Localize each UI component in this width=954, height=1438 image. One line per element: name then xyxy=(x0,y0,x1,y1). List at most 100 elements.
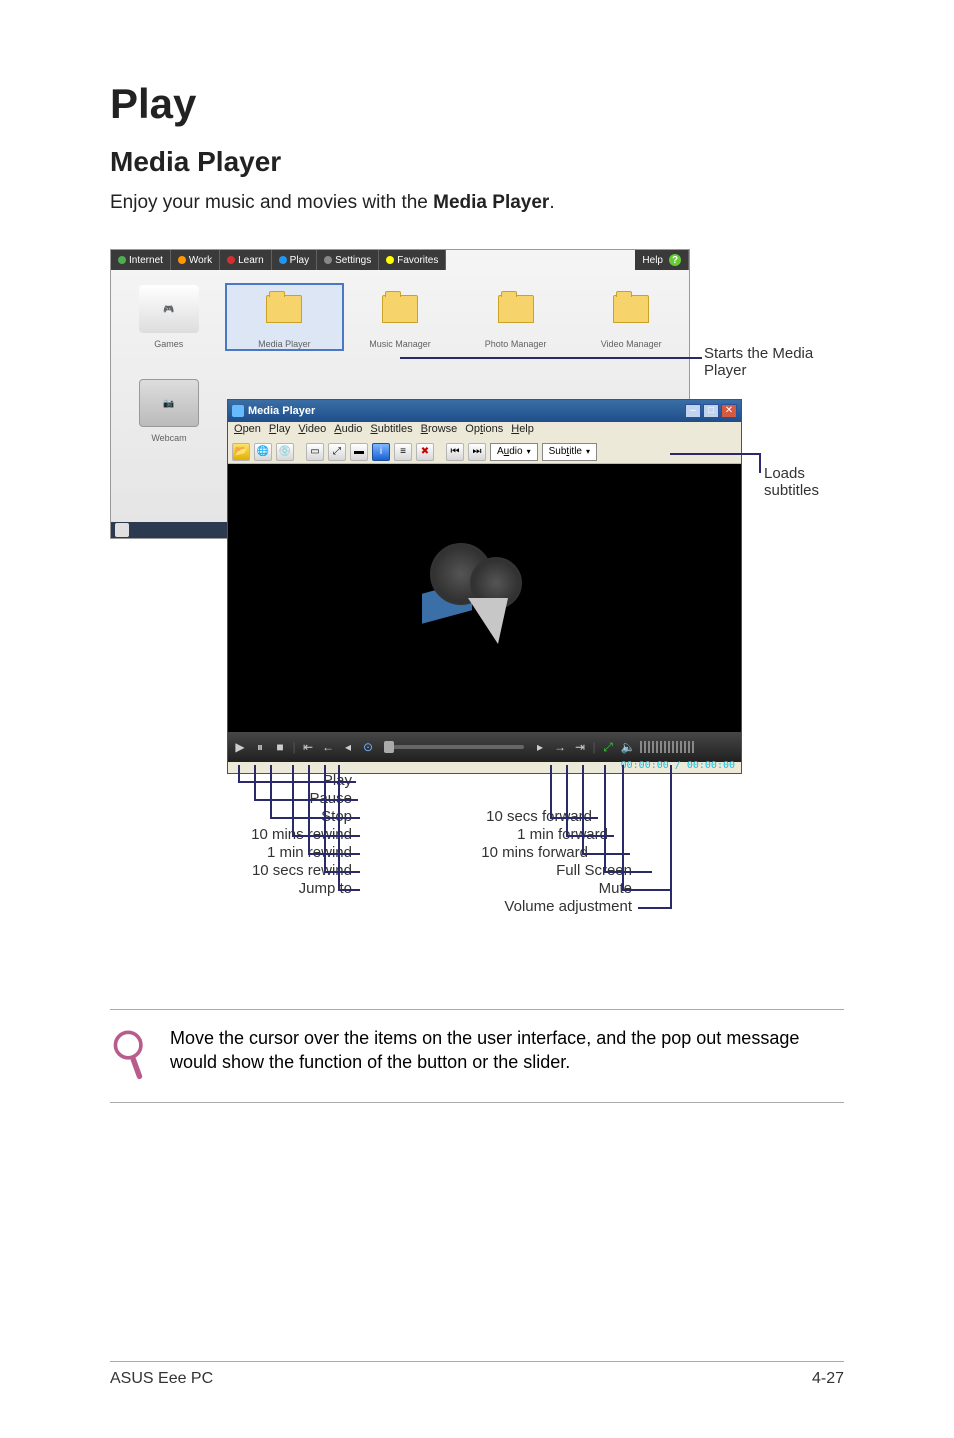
wrench-icon xyxy=(324,256,332,264)
menu-browse[interactable]: Browse xyxy=(421,423,458,439)
tab-label: Internet xyxy=(129,255,163,266)
compact-mode-icon[interactable]: ▭ xyxy=(306,443,324,461)
fullscreen-tb-icon[interactable]: ⤢ xyxy=(328,443,346,461)
tab-learn[interactable]: Learn xyxy=(220,250,272,270)
briefcase-icon xyxy=(178,256,186,264)
photo-manager-icon xyxy=(486,285,546,333)
tab-label: Settings xyxy=(335,255,371,266)
section-title: Media Player xyxy=(110,146,844,178)
titlebar: Media Player – □ ✕ xyxy=(228,400,741,422)
webcam-icon: 📷 xyxy=(139,379,199,427)
tab-play[interactable]: Play xyxy=(272,250,317,270)
menu-audio[interactable]: Audio xyxy=(334,423,362,439)
seek-slider[interactable] xyxy=(384,745,524,749)
minimize-button[interactable]: – xyxy=(685,404,701,418)
help-icon: ? xyxy=(669,254,681,266)
stop-button[interactable]: ■ xyxy=(272,739,288,755)
launcher-music-manager[interactable]: Music Manager xyxy=(342,285,458,349)
playlist-icon[interactable]: ≡ xyxy=(394,443,412,461)
games-icon: 🎮 xyxy=(139,285,199,333)
jump-to-button[interactable]: ⊙ xyxy=(360,739,376,755)
open-file-icon[interactable]: 📂 xyxy=(232,443,250,461)
tab-settings[interactable]: Settings xyxy=(317,250,379,270)
app-icon xyxy=(232,405,244,417)
annotation-jump-to: Jump to xyxy=(196,880,352,897)
tab-label: Favorites xyxy=(397,255,438,266)
forward-10s-button[interactable]: ▸ xyxy=(532,739,548,755)
tab-work[interactable]: Work xyxy=(171,250,220,270)
mute-button[interactable]: 🔈 xyxy=(620,739,636,755)
launcher-label: Media Player xyxy=(258,339,311,349)
window-title-text: Media Player xyxy=(248,405,315,417)
audio-dropdown[interactable]: Audio xyxy=(490,443,538,461)
media-player-icon xyxy=(254,285,314,333)
star-icon xyxy=(386,256,394,264)
equalizer-icon[interactable]: ▬ xyxy=(350,443,368,461)
close-button[interactable]: ✕ xyxy=(721,404,737,418)
launcher-label: Webcam xyxy=(151,433,186,443)
time-display: 00:00:00 / 00:00:00 xyxy=(621,760,735,771)
open-url-icon[interactable]: 🌐 xyxy=(254,443,272,461)
rewind-1m-button[interactable]: ← xyxy=(320,739,336,755)
forward-10m-button[interactable]: ⇥ xyxy=(572,739,588,755)
launcher-video-manager[interactable]: Video Manager xyxy=(573,285,689,349)
rewind-10s-button[interactable]: ◂ xyxy=(340,739,356,755)
annotation-fwd-10m: 10 mins forward xyxy=(408,844,588,861)
page-title: Play xyxy=(110,80,844,128)
launcher-webcam[interactable]: 📷 Webcam xyxy=(111,379,227,443)
tab-label: Play xyxy=(290,255,309,266)
annotation-volume: Volume adjustment xyxy=(392,898,632,915)
preferences-icon[interactable]: ✖ xyxy=(416,443,434,461)
annotation-mute: Mute xyxy=(492,880,632,897)
menu-subtitles[interactable]: Subtitles xyxy=(370,423,412,439)
page-footer: ASUS Eee PC 4-27 xyxy=(110,1361,844,1388)
tab-favorites[interactable]: Favorites xyxy=(379,250,446,270)
video-canvas xyxy=(228,464,741,732)
menubar: Open Play Video Audio Subtitles Browse O… xyxy=(228,422,741,440)
menu-play[interactable]: Play xyxy=(269,423,290,439)
rewind-10m-button[interactable]: ⇤ xyxy=(300,739,316,755)
tab-label: Work xyxy=(189,255,212,266)
volume-slider[interactable] xyxy=(640,741,696,753)
footer-left: ASUS Eee PC xyxy=(110,1370,213,1388)
menu-help[interactable]: Help xyxy=(511,423,534,439)
tab-label: Help xyxy=(642,255,663,266)
video-manager-icon xyxy=(601,285,661,333)
forward-1m-button[interactable]: → xyxy=(552,739,568,755)
open-dvd-icon[interactable]: 💿 xyxy=(276,443,294,461)
desktop-tabbar: Internet Work Learn Play Settings Favori… xyxy=(111,250,689,270)
launcher-games[interactable]: 🎮 Games xyxy=(111,285,227,349)
footer-right: 4-27 xyxy=(812,1370,844,1388)
note-text: Move the cursor over the items on the us… xyxy=(170,1026,844,1075)
fullscreen-button[interactable]: ⤢ xyxy=(600,739,616,755)
media-player-window: Media Player – □ ✕ Open Play Video Audio… xyxy=(227,399,742,774)
toolbar: 📂 🌐 💿 ▭ ⤢ ▬ i ≡ ✖ ⏮ ⏭ Audio Subtitle xyxy=(228,440,741,464)
launcher-label: Games xyxy=(154,339,183,349)
menu-video[interactable]: Video xyxy=(298,423,326,439)
maximize-button[interactable]: □ xyxy=(703,404,719,418)
info-icon[interactable]: i xyxy=(372,443,390,461)
annotation-starts-media-player: Starts the MediaPlayer xyxy=(704,345,813,379)
note-box: Move the cursor over the items on the us… xyxy=(110,1009,844,1103)
tab-help[interactable]: Help? xyxy=(635,250,689,270)
annotation-loads-subtitles: Loadssubtitles xyxy=(764,465,819,499)
play-icon xyxy=(279,256,287,264)
menu-open[interactable]: Open xyxy=(234,423,261,439)
launcher-photo-manager[interactable]: Photo Manager xyxy=(458,285,574,349)
launcher-media-player[interactable]: Media Player xyxy=(227,285,343,349)
play-button[interactable]: ▶ xyxy=(232,739,248,755)
intro-bold: Media Player xyxy=(433,192,549,213)
globe-icon xyxy=(118,256,126,264)
tab-label: Learn xyxy=(238,255,264,266)
intro-text: Enjoy your music and movies with the Med… xyxy=(110,192,844,214)
subtitle-dropdown[interactable]: Subtitle xyxy=(542,443,597,461)
tab-internet[interactable]: Internet xyxy=(111,250,171,270)
pause-button[interactable]: ⏸ xyxy=(252,739,268,755)
menu-options[interactable]: Options xyxy=(465,423,503,439)
magnifier-icon xyxy=(110,1026,150,1086)
launcher-label: Photo Manager xyxy=(485,339,547,349)
prev-track-icon[interactable]: ⏮ xyxy=(446,443,464,461)
music-manager-icon xyxy=(370,285,430,333)
home-icon[interactable] xyxy=(115,523,129,537)
next-track-icon[interactable]: ⏭ xyxy=(468,443,486,461)
